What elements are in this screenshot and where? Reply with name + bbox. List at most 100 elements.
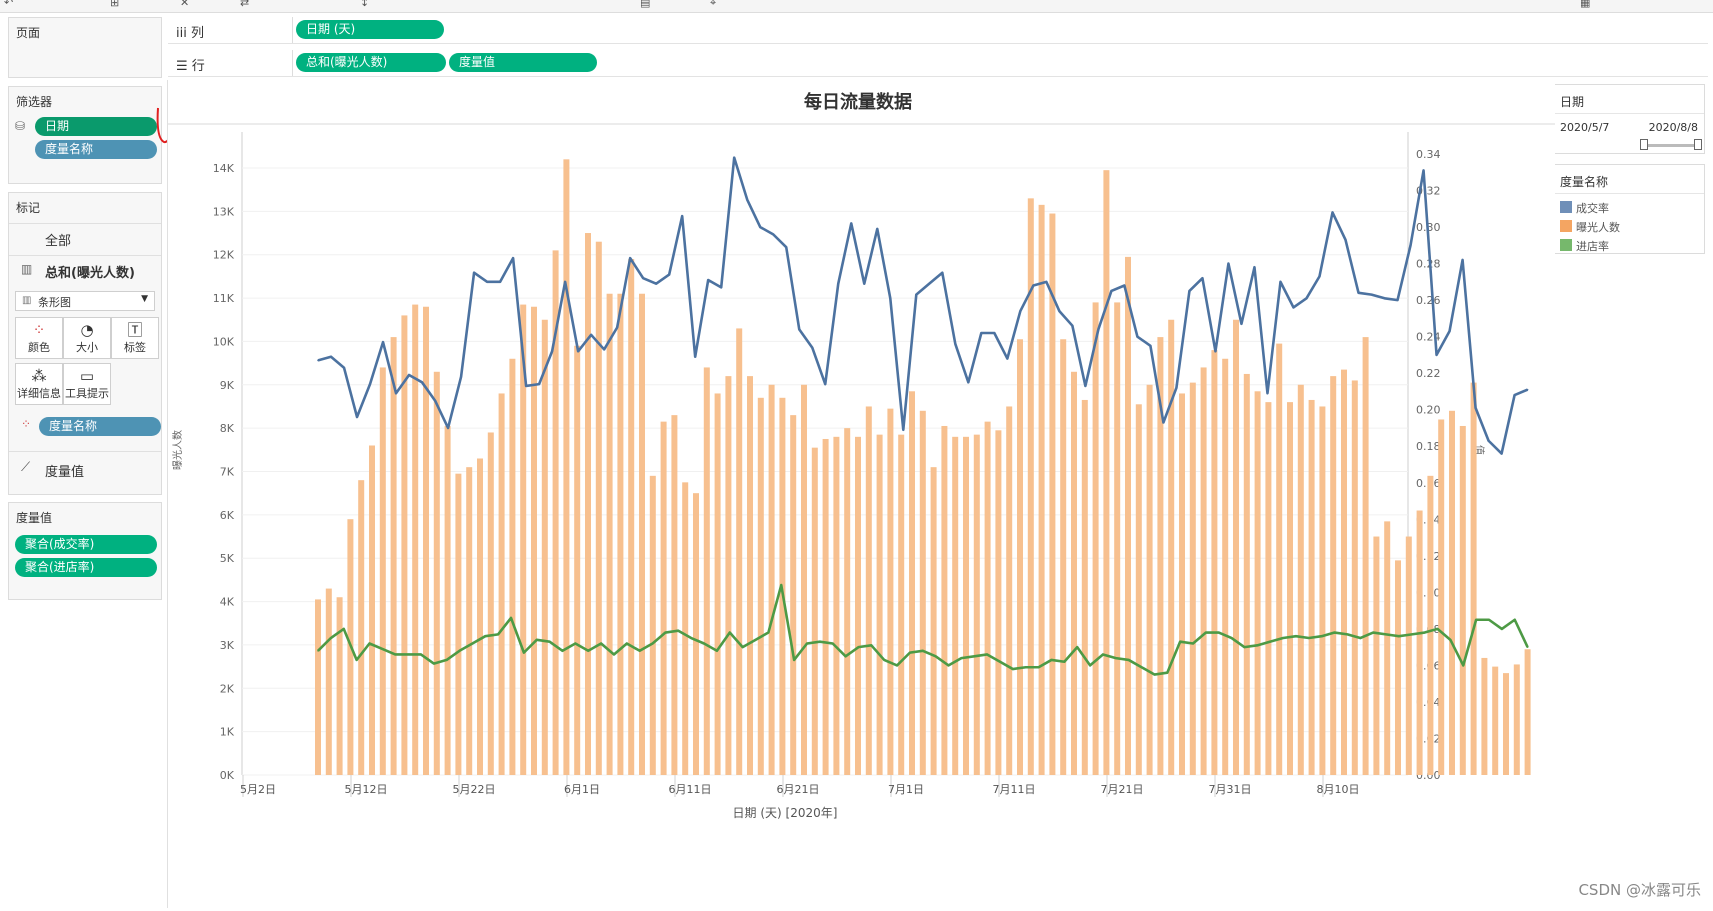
line-point — [857, 646, 860, 648]
marks-card-all[interactable]: 全部 — [45, 230, 71, 249]
line-point — [1230, 637, 1233, 639]
bar — [801, 384, 807, 775]
line-point — [1127, 659, 1130, 661]
line-point — [1102, 653, 1104, 656]
line-point — [1410, 633, 1413, 636]
legend-item-label[interactable]: 曝光人数 — [1576, 219, 1620, 235]
line-point — [1487, 439, 1490, 442]
line-point — [1162, 421, 1165, 424]
line-point — [1037, 666, 1040, 669]
marks-tooltip-button[interactable]: ▭ 工具提示 — [63, 363, 111, 405]
toolbar-clear-icon[interactable]: ✕ — [180, 0, 189, 9]
marks-detail-button[interactable]: ⁂ 详细信息 — [15, 363, 63, 405]
toolbar-new-sheet-icon[interactable]: ⊞ — [110, 0, 119, 9]
line-point — [922, 650, 924, 652]
line-point — [600, 642, 602, 645]
marks-card-measure-values[interactable]: 度量值 — [45, 461, 84, 480]
bar — [855, 436, 861, 775]
x-tick-label: 7月21日 — [1101, 783, 1144, 796]
line-point — [538, 383, 540, 385]
marks-color-pill[interactable]: 度量名称 — [39, 417, 161, 436]
chevron-down-icon: ▼ — [141, 294, 148, 304]
mark-type-dropdown[interactable]: ▥ 条形图 ▼ — [15, 291, 155, 311]
toolbar-pin-icon[interactable]: ⌖ — [710, 0, 716, 10]
rows-label: ☰ 行 — [176, 59, 205, 74]
legend-swatch — [1560, 201, 1572, 213]
line-point — [1136, 335, 1139, 338]
line-point — [1006, 357, 1009, 360]
columns-shelf[interactable]: iii 列 日期 (天) — [168, 17, 1708, 44]
line-point — [863, 282, 866, 285]
line-point — [1422, 169, 1425, 172]
line-point — [512, 257, 514, 259]
bar — [1492, 666, 1499, 775]
line-point — [421, 381, 423, 384]
marks-card-exposure[interactable]: 总和(曝光人数) — [45, 262, 135, 281]
measure-names-legend: 度量名称 成交率曝光人数进店率 — [1553, 164, 1705, 254]
line-point — [616, 326, 618, 329]
line-point — [1140, 666, 1143, 669]
filter-pill-date[interactable]: 日期 — [35, 117, 157, 136]
rows-pill-exposure[interactable]: 总和(曝光人数) — [296, 53, 446, 72]
line-point — [850, 222, 853, 225]
marks-label-button[interactable]: 🅃 标签 — [111, 317, 159, 359]
toolbar-sort-icon[interactable]: ↕ — [360, 0, 369, 9]
bar — [909, 391, 915, 775]
y-left-tick-label: 14K — [213, 162, 235, 175]
line-point — [993, 332, 996, 334]
toolbar-chart-icon[interactable]: ▤ — [640, 0, 650, 9]
measure-pill-conversion[interactable]: 聚合(成交率) — [15, 535, 157, 554]
x-tick-label: 5月12日 — [345, 783, 388, 796]
filter-pill-measure-names[interactable]: 度量名称 — [35, 140, 157, 159]
toolbar-undo-icon[interactable]: ↶ — [4, 0, 13, 9]
line-point — [548, 640, 551, 643]
bar — [995, 430, 1002, 775]
bar — [1189, 382, 1196, 775]
line-point — [1305, 297, 1308, 300]
chart-view: 每日流量数据 0K 1K 2K 3K 4K 5K 6K 7K 8K 9K 10K 11K 12K 13K 14… — [167, 80, 1555, 908]
filters-title: 筛选器 — [16, 95, 53, 109]
y-right-tick-label: 0.22 — [1416, 367, 1441, 380]
bar — [1513, 664, 1520, 775]
bar — [1092, 302, 1099, 775]
line-point — [1385, 633, 1387, 636]
legend-item-label[interactable]: 成交率 — [1576, 200, 1609, 216]
line-point — [369, 383, 371, 385]
measure-pill-store-rate[interactable]: 聚合(进店率) — [15, 558, 157, 577]
line-point — [728, 631, 731, 634]
line-point — [1032, 284, 1035, 287]
toolbar-swap-icon[interactable]: ⇄ — [240, 0, 249, 9]
bar — [455, 473, 462, 775]
columns-pill-date[interactable]: 日期 (天) — [296, 20, 444, 39]
line-point — [642, 277, 644, 279]
line-point — [1269, 640, 1272, 643]
date-slider-end-handle[interactable] — [1694, 139, 1702, 150]
y-left-tick-label: 5K — [220, 552, 235, 565]
line-point — [445, 659, 448, 661]
line-point — [1153, 673, 1156, 676]
marks-color-button[interactable]: ⁘ 颜色 — [15, 317, 63, 359]
date-slider-start-handle[interactable] — [1640, 139, 1648, 150]
bar — [1038, 204, 1045, 775]
line-point — [1279, 281, 1282, 283]
line-point — [1175, 386, 1178, 389]
bar — [1168, 319, 1175, 775]
toolbar-showme-icon[interactable]: ▦ — [1580, 0, 1590, 9]
x-tick-label: 7月11日 — [993, 783, 1036, 796]
line-point — [960, 657, 963, 659]
marks-size-button[interactable]: ◔ 大小 — [63, 317, 111, 359]
line-point — [1513, 618, 1516, 621]
rows-shelf[interactable]: ☰ 行 总和(曝光人数) 度量值 — [168, 50, 1708, 77]
rows-pill-measure-values[interactable]: 度量值 — [449, 53, 597, 72]
line-point — [668, 273, 670, 276]
bar — [574, 345, 581, 775]
date-filter-end: 2020/8/8 — [1648, 121, 1698, 134]
y-right-tick-label: 0.28 — [1416, 258, 1441, 271]
legend-title: 度量名称 — [1560, 175, 1609, 189]
bar — [1330, 376, 1337, 775]
line-point — [629, 257, 631, 259]
bar — [1071, 371, 1077, 775]
line-point — [381, 648, 384, 650]
line-point — [433, 662, 435, 665]
legend-item-label[interactable]: 进店率 — [1576, 238, 1609, 254]
